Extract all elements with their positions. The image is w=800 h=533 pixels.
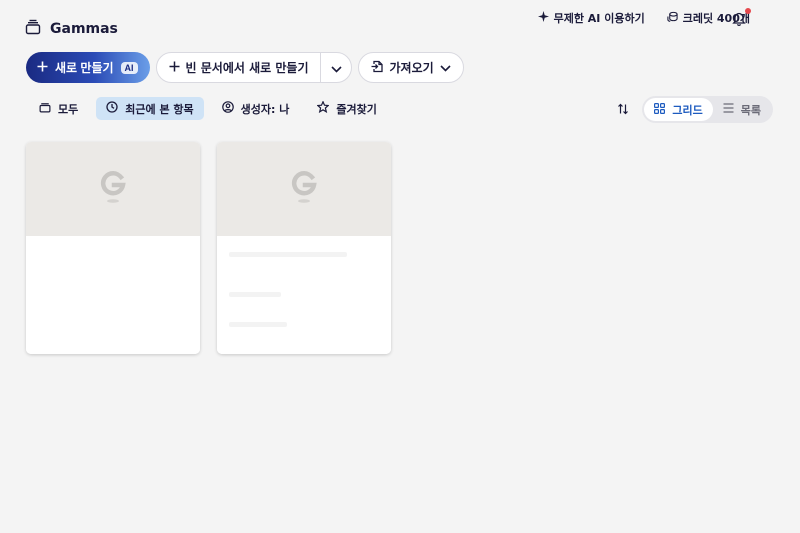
unlimited-ai-label: 무제한 AI 이용하기 [553,12,645,25]
gamma-logo-icon [100,169,126,209]
chevron-down-icon [331,58,342,77]
chevron-down-icon [440,61,451,75]
unlimited-ai-link[interactable]: 무제한 AI 이용하기 [537,10,645,26]
view-tools: 그리드 목록 [614,96,773,123]
filter-recent[interactable]: 최근에 본 항목 [96,97,204,120]
grid-icon [654,102,666,117]
new-with-ai-button[interactable]: 새로 만들기 AI [26,52,150,83]
list-view-label: 목록 [740,103,761,117]
filter-all-label: 모두 [58,102,79,116]
sort-button[interactable] [614,101,632,119]
create-actions: 새로 만들기 AI 빈 문서에서 새로 만들기 가져오기 [26,52,464,83]
star-icon [316,100,331,116]
filter-favorites-label: 즐겨찾기 [336,102,377,116]
card-thumbnail [217,142,391,236]
view-toggle: 그리드 목록 [642,96,773,123]
document-card[interactable] [26,142,200,354]
notifications-button[interactable] [732,8,751,30]
loading-placeholder [229,252,347,257]
new-blank-button[interactable]: 빈 문서에서 새로 만들기 [157,53,322,82]
list-view-option[interactable]: 목록 [713,98,771,121]
new-options-dropdown[interactable] [321,53,351,82]
loading-placeholder [229,322,287,327]
list-icon [723,103,734,116]
clock-icon [106,101,118,116]
loading-placeholder [229,292,281,297]
import-label: 가져오기 [389,61,434,75]
card-thumbnail [26,142,200,236]
filter-created-by-me-label: 생성자: 나 [240,102,290,116]
file-import-icon [371,60,384,76]
user-circle-icon [221,101,234,116]
top-right-links: 무제한 AI 이용하기 크레딧 400개 [537,10,750,26]
dashboard-page: Gammas 무제한 AI 이용하기 크레딧 400개 새로 만들기 AI 빈 … [0,0,800,533]
filter-favorites[interactable]: 즐겨찾기 [307,97,386,120]
filter-all[interactable]: 모두 [29,97,88,120]
plus-icon [169,61,180,75]
ai-badge: AI [120,61,138,74]
document-card[interactable] [217,142,391,354]
filter-tabs: 모두 최근에 본 항목 생성자: 나 즐겨찾기 [29,97,387,120]
coins-icon [667,11,678,25]
filter-created-by-me[interactable]: 생성자: 나 [212,97,300,120]
gamma-logo-icon [291,169,317,209]
workspace-name: Gammas [50,21,118,37]
import-button[interactable]: 가져오기 [358,52,464,83]
filter-recent-label: 최근에 본 항목 [125,102,194,116]
notification-dot [745,8,751,14]
plus-icon [37,61,48,75]
workspace-header[interactable]: Gammas [25,19,118,39]
new-blank-split-button: 빈 문서에서 새로 만들기 [155,52,353,83]
new-with-ai-label: 새로 만들기 [55,61,114,75]
sort-arrows-icon [617,100,629,119]
stack-icon [25,19,41,39]
sparkle-icon [537,11,549,25]
bell-icon [732,11,746,30]
new-blank-label: 빈 문서에서 새로 만들기 [185,61,309,75]
grid-view-option[interactable]: 그리드 [644,98,713,121]
grid-view-label: 그리드 [672,103,703,117]
stack-icon [39,101,51,116]
document-grid [26,142,391,354]
card-body [217,236,391,354]
card-body [26,236,200,354]
